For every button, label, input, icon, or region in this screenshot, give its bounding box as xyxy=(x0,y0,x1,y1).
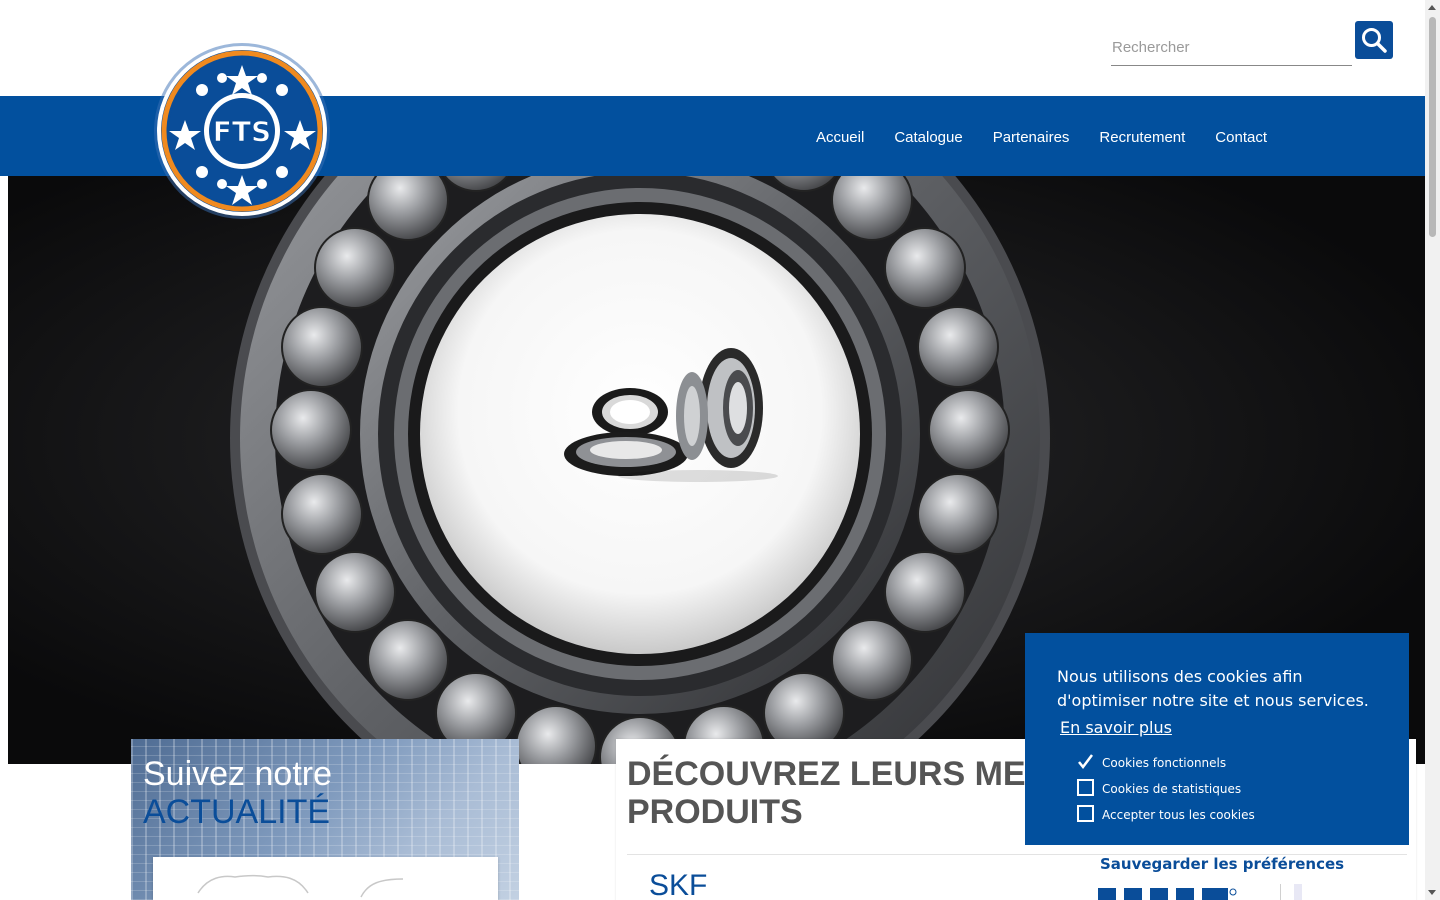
nav-link-recrutement[interactable]: Recrutement xyxy=(1099,129,1185,146)
cookie-banner: Nous utilisons des cookies afin d'optimi… xyxy=(1025,633,1409,845)
news-heading-line1: Suivez notre xyxy=(143,755,332,793)
cookie-option-label: Cookies fonctionnels xyxy=(1102,756,1227,770)
search-icon xyxy=(1362,28,1387,53)
cookie-option-label: Accepter tous les cookies xyxy=(1102,808,1255,822)
save-preferences-button[interactable]: Sauvegarder les préférences xyxy=(1100,855,1344,873)
nav-item-partenaires: Partenaires xyxy=(993,127,1070,146)
scroll-up-arrow-icon[interactable] xyxy=(1428,5,1436,10)
nav-link-partenaires[interactable]: Partenaires xyxy=(993,129,1070,146)
nav-link-accueil[interactable]: Accueil xyxy=(816,129,864,146)
nav-item-contact: Contact xyxy=(1215,127,1267,146)
logo-text: FTS xyxy=(213,115,271,148)
page-scrollbar[interactable] xyxy=(1425,0,1440,900)
search-input[interactable] xyxy=(1111,30,1352,66)
cookie-message: Nous utilisons des cookies afin d'optimi… xyxy=(1057,667,1369,710)
search-button[interactable] xyxy=(1355,21,1393,59)
news-card-image xyxy=(197,874,404,898)
news-heading-line2: ACTUALITÉ xyxy=(143,793,331,831)
scroll-down-arrow-icon[interactable] xyxy=(1428,890,1436,895)
nav-link-contact[interactable]: Contact xyxy=(1215,129,1267,146)
cookie-learn-more-link[interactable]: En savoir plus xyxy=(1060,718,1172,737)
nav-item-catalogue: Catalogue xyxy=(894,127,962,146)
news-panel[interactable]: Suivez notre ACTUALITÉ xyxy=(131,739,519,900)
nav-item-accueil: Accueil xyxy=(816,127,864,146)
scroll-thumb[interactable] xyxy=(1429,17,1436,237)
site-logo[interactable]: FTS xyxy=(150,38,334,224)
checkbox-icon[interactable] xyxy=(1077,805,1094,822)
nav-menu: Accueil Catalogue Partenaires Recrutemen… xyxy=(816,96,1267,176)
cookie-option-label: Cookies de statistiques xyxy=(1102,782,1242,796)
checkbox-icon[interactable] xyxy=(1077,779,1094,796)
cookie-option-accept-all[interactable]: Accepter tous les cookies xyxy=(1077,805,1255,822)
news-card[interactable] xyxy=(153,857,498,900)
partner-logo xyxy=(1098,882,1308,900)
nav-item-recrutement: Recrutement xyxy=(1099,127,1185,146)
cookie-option-statistics[interactable]: Cookies de statistiques xyxy=(1077,779,1241,796)
brand-title-skf[interactable]: SKF xyxy=(649,869,707,900)
cookie-option-functional[interactable]: Cookies fonctionnels xyxy=(1077,753,1226,770)
page: Accueil Catalogue Partenaires Recrutemen… xyxy=(0,0,1440,900)
checkmark-icon[interactable] xyxy=(1077,753,1094,770)
nav-link-catalogue[interactable]: Catalogue xyxy=(894,129,962,146)
logo-emblem: FTS xyxy=(154,43,330,219)
